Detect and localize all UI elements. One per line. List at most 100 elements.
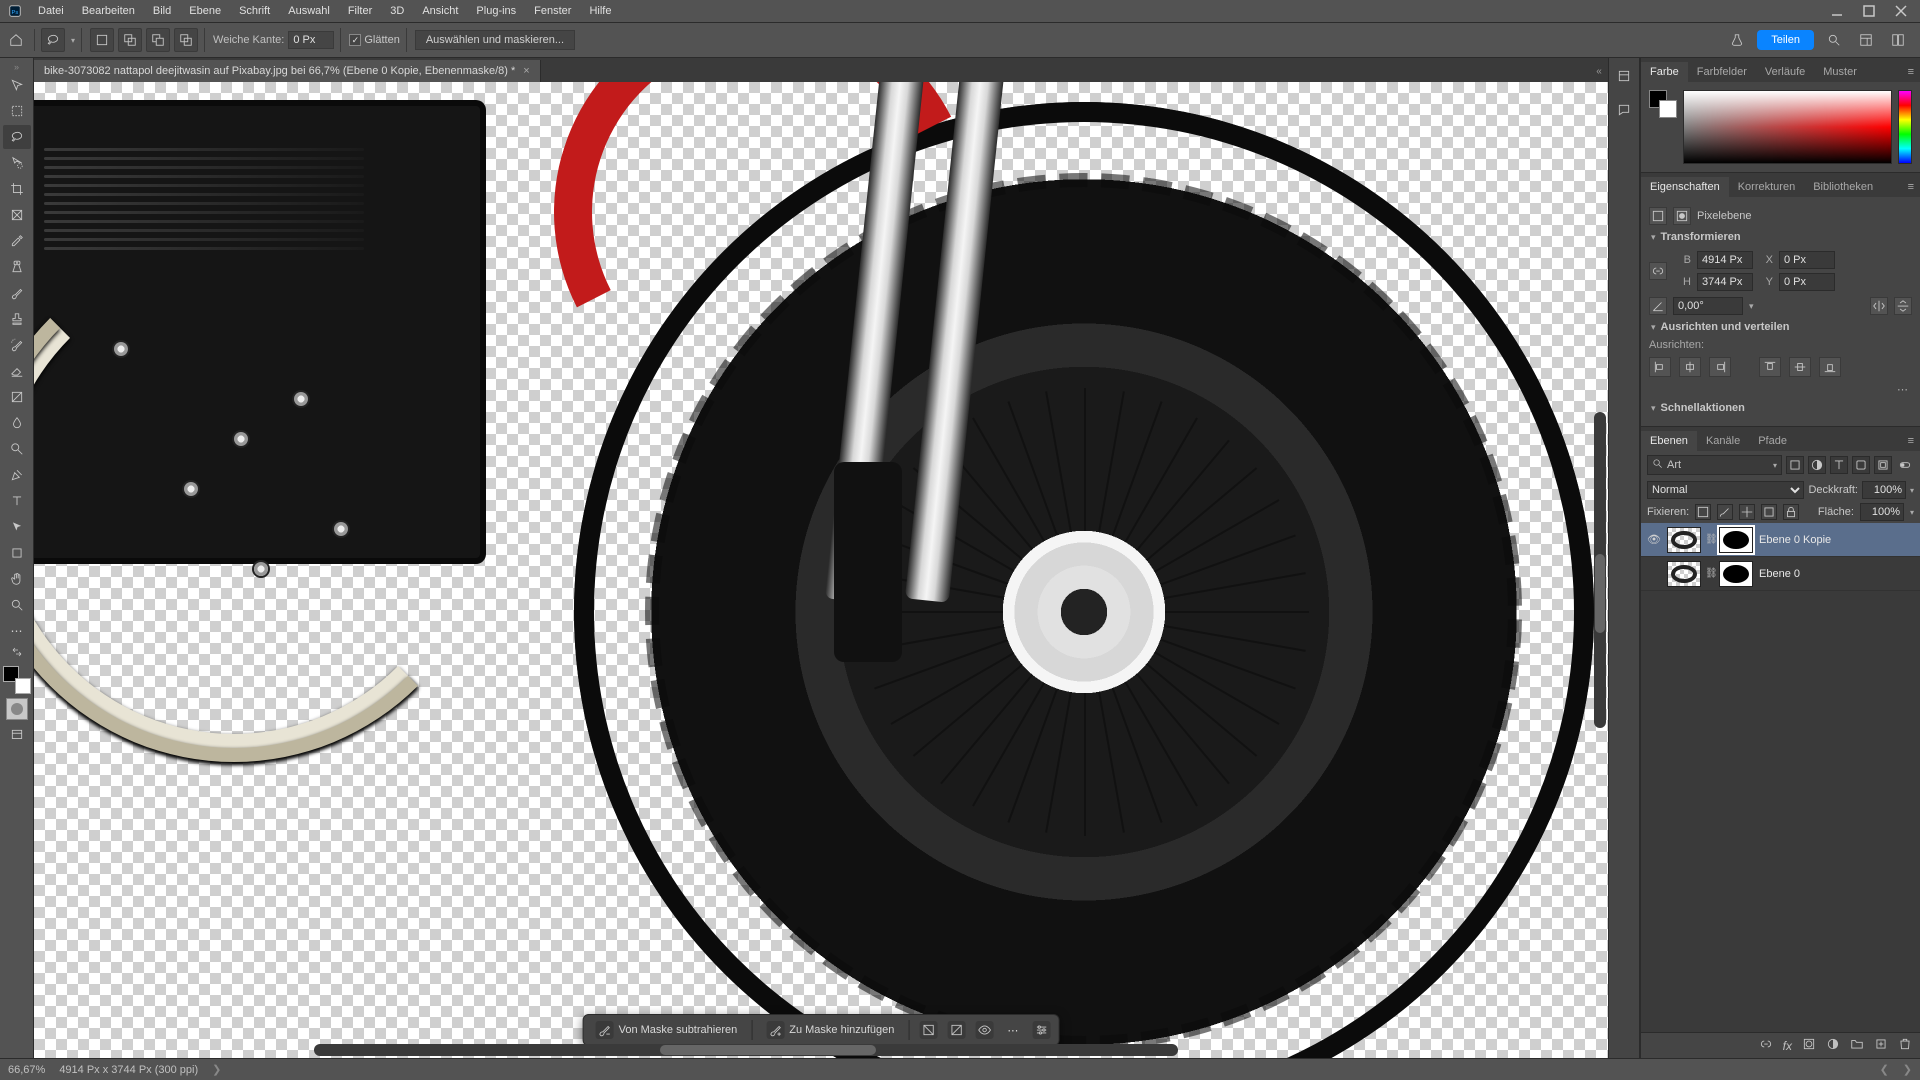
beaker-icon[interactable] [1725, 28, 1749, 52]
height-input[interactable] [1697, 273, 1753, 291]
scroll-right-icon[interactable]: ❯ [1903, 1063, 1912, 1076]
history-panel-icon[interactable] [1612, 64, 1636, 88]
zoom-level[interactable]: 66,67% [8, 1064, 45, 1076]
layer-name[interactable]: Ebene 0 [1757, 568, 1916, 580]
menu-bearbeiten[interactable]: Bearbeiten [74, 5, 143, 17]
mask-thumbnail[interactable] [1719, 527, 1753, 553]
menu-ebene[interactable]: Ebene [181, 5, 229, 17]
dropdown-caret-icon[interactable]: ▾ [1749, 301, 1754, 312]
flip-vertical-icon[interactable] [1894, 297, 1912, 315]
new-layer-icon[interactable] [1874, 1037, 1888, 1054]
link-wh-icon[interactable] [1649, 262, 1667, 280]
layer-filter-kind[interactable]: Art ▾ [1647, 455, 1782, 475]
dropdown-caret-icon[interactable]: ▾ [1910, 486, 1914, 495]
lasso-tool[interactable] [3, 125, 31, 149]
quick-actions-header[interactable]: ▾Schnellaktionen [1649, 398, 1912, 418]
flip-horizontal-icon[interactable] [1870, 297, 1888, 315]
opacity-input[interactable] [1862, 481, 1906, 499]
filter-type-icon[interactable] [1830, 456, 1848, 474]
selection-new-icon[interactable] [90, 28, 114, 52]
blur-tool[interactable] [3, 411, 31, 435]
type-tool[interactable] [3, 489, 31, 513]
canvas-scrollbar-horizontal[interactable] [314, 1044, 1178, 1056]
mask-link-icon[interactable]: ⛓ [1705, 534, 1715, 545]
settings-sliders-icon[interactable] [1032, 1021, 1050, 1039]
marquee-tool[interactable] [3, 99, 31, 123]
visibility-toggle-icon[interactable] [1645, 568, 1663, 580]
selection-subtract-icon[interactable] [146, 28, 170, 52]
menu-plugins[interactable]: Plug-ins [468, 5, 524, 17]
color-swatches[interactable] [3, 666, 31, 694]
move-tool[interactable] [3, 73, 31, 97]
feather-input[interactable] [288, 31, 334, 49]
frame-tool[interactable] [3, 203, 31, 227]
brush-tool[interactable] [3, 281, 31, 305]
canvas-scrollbar-vertical[interactable] [1594, 412, 1606, 728]
menu-3d[interactable]: 3D [382, 5, 412, 17]
tab-verlaeufe[interactable]: Verläufe [1756, 62, 1814, 82]
minimize-icon[interactable] [1830, 4, 1844, 18]
visibility-toggle-icon[interactable]: 👁 [1645, 533, 1663, 546]
transform-section-header[interactable]: ▾Transformieren [1649, 227, 1912, 247]
disable-mask-icon[interactable] [947, 1021, 965, 1039]
dropdown-caret-icon[interactable]: ▾ [1910, 508, 1914, 517]
align-vcenter-icon[interactable] [1789, 357, 1811, 377]
scroll-left-icon[interactable]: ❮ [1880, 1063, 1889, 1076]
home-icon[interactable] [4, 28, 28, 52]
pen-tool[interactable] [3, 463, 31, 487]
arrange-icon[interactable] [1886, 28, 1910, 52]
link-layers-icon[interactable] [1759, 1037, 1773, 1054]
layer-thumbnail[interactable] [1667, 527, 1701, 553]
invert-mask-icon[interactable] [919, 1021, 937, 1039]
document-tab[interactable]: bike-3073082 nattapol deejitwasin auf Pi… [34, 60, 541, 82]
add-to-mask-button[interactable]: Zu Maske hinzufügen [762, 1019, 898, 1041]
crop-tool[interactable] [3, 177, 31, 201]
lock-all-icon[interactable] [1783, 504, 1799, 520]
shape-tool[interactable] [3, 541, 31, 565]
path-select-tool[interactable] [3, 515, 31, 539]
selection-intersect-icon[interactable] [174, 28, 198, 52]
tab-kanaele[interactable]: Kanäle [1697, 431, 1749, 451]
menu-datei[interactable]: Datei [30, 5, 72, 17]
search-icon[interactable] [1822, 28, 1846, 52]
x-input[interactable] [1779, 251, 1835, 269]
align-bottom-icon[interactable] [1819, 357, 1841, 377]
menu-hilfe[interactable]: Hilfe [581, 5, 619, 17]
tab-korrekturen[interactable]: Korrekturen [1729, 177, 1804, 197]
tab-muster[interactable]: Muster [1814, 62, 1866, 82]
quick-mask-toggle[interactable] [6, 698, 28, 720]
tab-close-icon[interactable]: × [523, 65, 529, 77]
more-options-icon[interactable]: ⋯ [1649, 381, 1912, 398]
quick-select-tool[interactable] [3, 151, 31, 175]
menu-schrift[interactable]: Schrift [231, 5, 278, 17]
comments-panel-icon[interactable] [1612, 98, 1636, 122]
align-right-icon[interactable] [1709, 357, 1731, 377]
blend-mode-select[interactable]: Normal [1647, 481, 1804, 499]
tab-pfade[interactable]: Pfade [1749, 431, 1796, 451]
filter-toggle-icon[interactable] [1896, 456, 1914, 474]
lock-pixels-icon[interactable] [1717, 504, 1733, 520]
mask-thumbnail[interactable] [1719, 561, 1753, 587]
align-section-header[interactable]: ▾Ausrichten und verteilen [1649, 317, 1912, 337]
healing-tool[interactable] [3, 255, 31, 279]
status-menu-icon[interactable]: ❯ [212, 1063, 221, 1076]
layer-name[interactable]: Ebene 0 Kopie [1757, 534, 1916, 546]
select-and-mask-button[interactable]: Auswählen und maskieren... [415, 30, 575, 50]
dropdown-caret-icon[interactable]: ▾ [71, 36, 75, 45]
maximize-icon[interactable] [1862, 4, 1876, 18]
panel-menu-icon[interactable]: ≡ [1902, 62, 1920, 82]
panel-collapse-icon[interactable]: « [1590, 60, 1608, 82]
dodge-tool[interactable] [3, 437, 31, 461]
hand-tool[interactable] [3, 567, 31, 591]
add-mask-icon[interactable] [1802, 1037, 1816, 1054]
hue-slider[interactable] [1898, 90, 1912, 164]
gradient-tool[interactable] [3, 385, 31, 409]
adjustment-layer-icon[interactable] [1826, 1037, 1840, 1054]
tab-farbe[interactable]: Farbe [1641, 62, 1688, 82]
color-field[interactable] [1683, 90, 1892, 164]
background-color[interactable] [15, 678, 31, 694]
canvas[interactable]: Von Maske subtrahieren Zu Maske hinzufüg… [34, 82, 1608, 1058]
group-icon[interactable] [1850, 1037, 1864, 1054]
tab-eigenschaften[interactable]: Eigenschaften [1641, 177, 1729, 197]
view-mask-icon[interactable] [975, 1021, 993, 1039]
